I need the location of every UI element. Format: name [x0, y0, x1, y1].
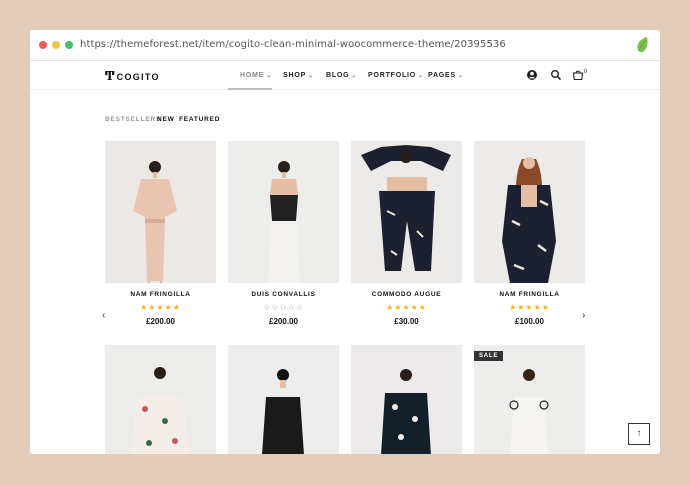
nav-item-pages[interactable]: PAGES ⌄ [428, 72, 464, 79]
logo-mark: Ͳ [105, 69, 115, 83]
carousel-prev-button[interactable]: ‹ [102, 310, 105, 321]
product-image[interactable] [228, 345, 339, 454]
browser-toolbar: https://themeforest.net/item/cogito-clea… [30, 30, 660, 61]
close-window-button[interactable] [39, 41, 47, 49]
model-figure-icon [131, 367, 189, 454]
rating-stars: ★★★★★ [386, 303, 427, 312]
model-figure-icon [262, 369, 304, 454]
sale-badge: SALE [474, 351, 504, 361]
nav-item-label: PORTFOLIO [368, 72, 417, 79]
site-logo[interactable]: Ͳ COGITO [105, 69, 160, 83]
nav-item-home[interactable]: HOME ⌄ [240, 72, 272, 79]
chevron-down-icon: ⌄ [418, 73, 424, 79]
tab-featured[interactable]: FEATURED [179, 116, 220, 123]
browser-window: https://themeforest.net/item/cogito-clea… [30, 30, 660, 454]
tab-bestsellers[interactable]: BESTSELLERS [105, 116, 161, 123]
scroll-to-top-button[interactable]: ↑ [628, 423, 650, 445]
maximize-window-button[interactable] [65, 41, 73, 49]
product-image[interactable] [351, 345, 462, 454]
product-price: £100.00 [515, 317, 544, 326]
nav-item-label: PAGES [428, 72, 456, 79]
rating-stars: ★★★★★ [509, 303, 550, 312]
model-figure-icon [268, 161, 300, 283]
cart-count: 0 [584, 69, 588, 75]
model-figure-icon [133, 161, 177, 283]
product-image[interactable] [228, 141, 339, 283]
nav-active-indicator [228, 88, 272, 90]
product-name[interactable]: NAM FRINGILLA [105, 291, 216, 298]
model-figure-icon [502, 157, 556, 283]
site-header: Ͳ COGITO HOME ⌄ SHOP ⌄ BLOG ⌄ PORTFOLIO ⌄ PAG… [30, 61, 660, 90]
minimize-window-button[interactable] [52, 41, 60, 49]
cart-icon[interactable] [572, 69, 584, 81]
product-image[interactable] [105, 141, 216, 283]
rating-stars: ★★★★★ [140, 303, 181, 312]
product-price: £200.00 [269, 317, 298, 326]
nav-item-portfolio[interactable]: PORTFOLIO ⌄ [368, 72, 424, 79]
nav-item-blog[interactable]: BLOG ⌄ [326, 72, 357, 79]
search-icon[interactable] [550, 69, 562, 81]
nav-item-label: SHOP [283, 72, 307, 79]
product-name[interactable]: COMMODO AUGUE [351, 291, 462, 298]
model-figure-icon [509, 369, 549, 454]
product-price: £200.00 [146, 317, 175, 326]
chevron-down-icon: ⌄ [458, 73, 464, 79]
tab-new[interactable]: NEW [157, 116, 175, 123]
rating-stars: ☆☆☆☆☆ [263, 303, 304, 312]
carousel-next-button[interactable]: › [582, 310, 585, 321]
chevron-down-icon: ⌄ [266, 73, 273, 79]
product-name[interactable]: NAM FRINGILLA [474, 291, 585, 298]
logo-text: COGITO [116, 72, 160, 82]
chevron-down-icon: ⌄ [351, 73, 358, 79]
product-name[interactable]: DUIS CONVALLIS [228, 291, 339, 298]
model-figure-icon [381, 369, 431, 454]
product-image[interactable]: SALE [474, 345, 585, 454]
envato-leaf-icon [637, 37, 648, 53]
nav-item-label: HOME [240, 72, 265, 79]
account-icon[interactable] [526, 69, 538, 81]
nav-item-label: BLOG [326, 72, 350, 79]
product-image[interactable] [105, 345, 216, 454]
product-image[interactable] [351, 141, 462, 283]
nav-item-shop[interactable]: SHOP ⌄ [283, 72, 314, 79]
product-price: £30.00 [394, 317, 419, 326]
model-figure-icon [361, 145, 451, 271]
chevron-down-icon: ⌄ [308, 73, 314, 79]
product-image[interactable] [474, 141, 585, 283]
address-bar[interactable]: https://themeforest.net/item/cogito-clea… [80, 39, 506, 50]
